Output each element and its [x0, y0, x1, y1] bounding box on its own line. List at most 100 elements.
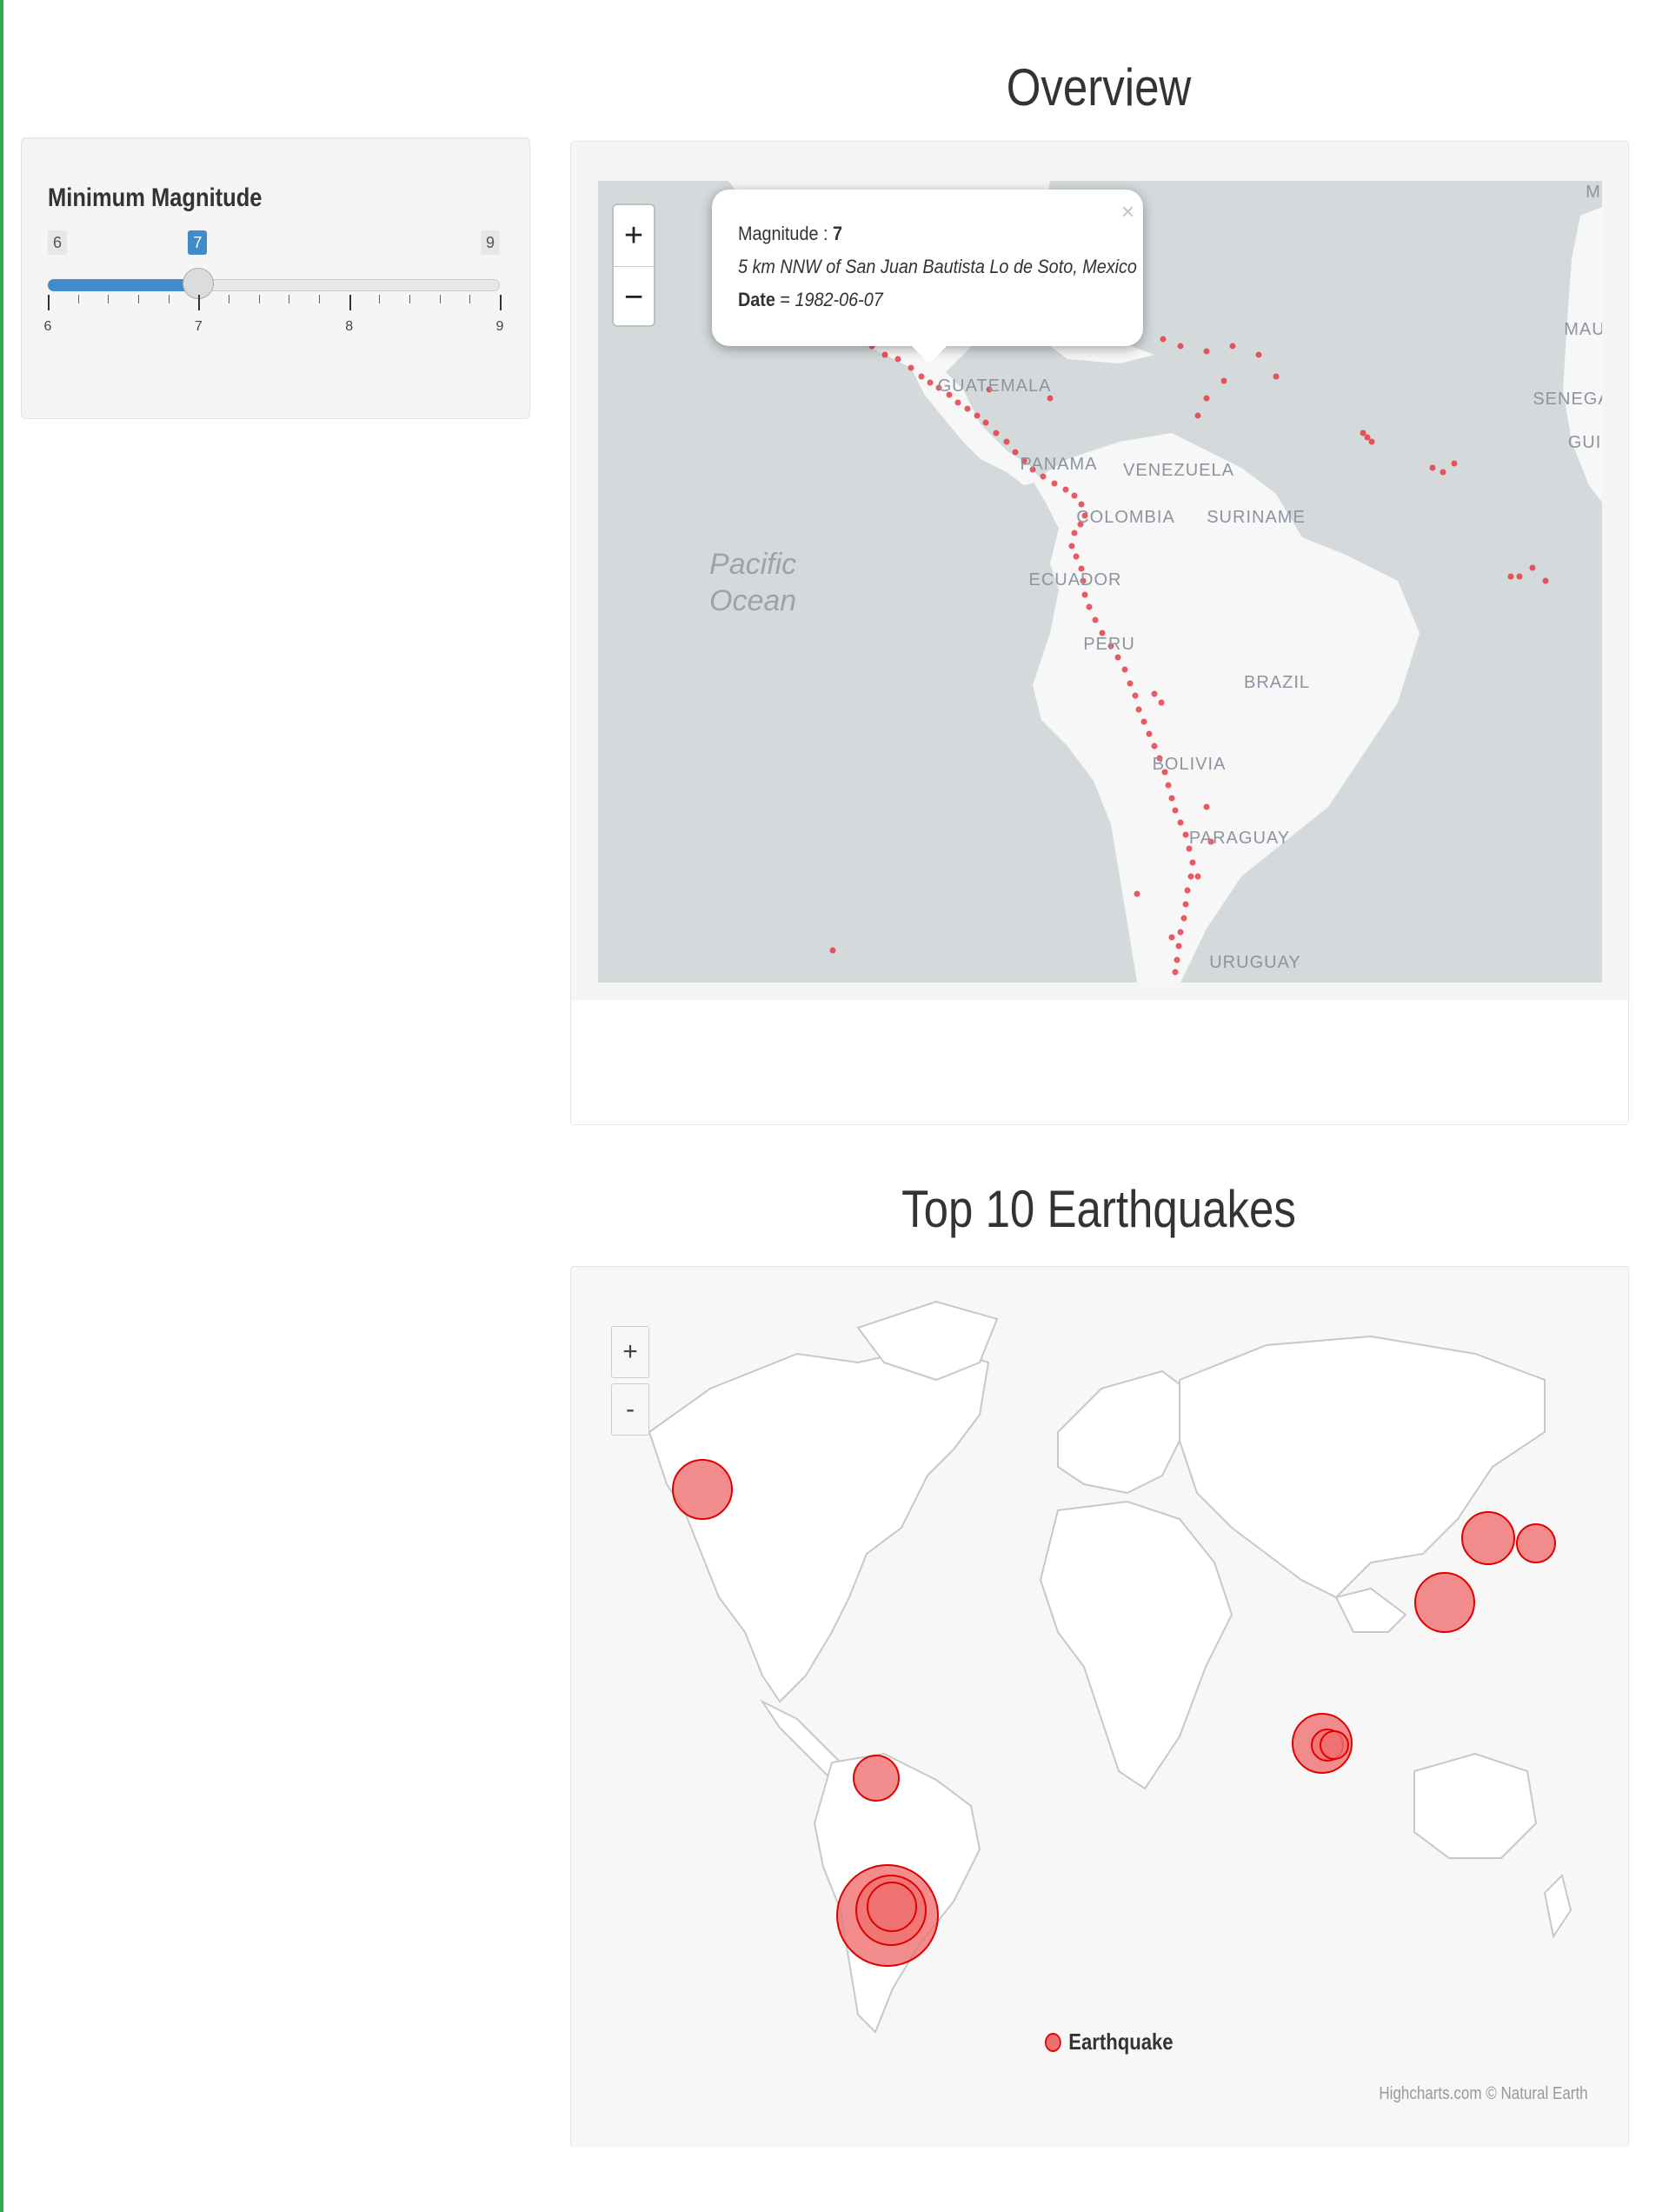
earthquake-bubble[interactable]	[1414, 1572, 1475, 1633]
earthquake-marker[interactable]	[1071, 492, 1078, 499]
earthquake-marker[interactable]	[1175, 943, 1182, 949]
earthquake-marker[interactable]	[1177, 343, 1184, 350]
earthquake-marker[interactable]	[1158, 699, 1165, 706]
earthquake-marker[interactable]	[1134, 890, 1140, 897]
popup-date: Date = 1982-06-07	[738, 289, 883, 310]
label-ecuador: ECUADOR	[1028, 570, 1122, 590]
earthquake-marker[interactable]	[1121, 666, 1128, 673]
earthquake-marker[interactable]	[1073, 553, 1080, 560]
earthquake-marker[interactable]	[993, 430, 1000, 436]
earthquake-marker[interactable]	[918, 373, 925, 380]
earthquake-bubble[interactable]	[867, 1882, 917, 1932]
slider-tick	[409, 295, 410, 303]
earthquake-marker[interactable]	[1194, 873, 1201, 880]
earthquake-marker[interactable]	[1172, 969, 1179, 976]
label-guatemala: GUATEMALA	[937, 376, 1052, 396]
earthquake-marker[interactable]	[964, 405, 971, 412]
earthquake-marker[interactable]	[1003, 438, 1010, 445]
earthquake-marker[interactable]	[1168, 934, 1175, 941]
top10-zoom-out-button[interactable]: -	[611, 1383, 649, 1436]
earthquake-marker[interactable]	[1081, 591, 1088, 598]
top10-zoom-in-button[interactable]: +	[611, 1326, 649, 1378]
earthquake-marker[interactable]	[1440, 469, 1446, 476]
earthquake-marker[interactable]	[881, 351, 888, 358]
earthquake-marker[interactable]	[1187, 873, 1194, 880]
top10-zoom-control: + -	[611, 1326, 649, 1439]
earthquake-marker[interactable]	[1180, 915, 1187, 922]
earthquake-marker[interactable]	[1255, 351, 1262, 358]
earthquake-marker[interactable]	[1194, 412, 1201, 419]
earthquake-marker[interactable]	[1364, 434, 1371, 441]
slider-tick	[48, 295, 50, 310]
earthquake-marker[interactable]	[1135, 706, 1142, 713]
earthquake-marker[interactable]	[1078, 501, 1085, 508]
magnitude-slider[interactable]: 6 9 7 6 7 8 9	[44, 225, 503, 364]
earthquake-bubble[interactable]	[1320, 1730, 1349, 1760]
earthquake-marker[interactable]	[1172, 807, 1179, 814]
earthquake-marker[interactable]	[1529, 564, 1536, 571]
earthquake-marker[interactable]	[1451, 460, 1458, 467]
overview-map[interactable]: Pacific Ocean GUATEMALA PANAMA VENEZUELA…	[598, 181, 1602, 983]
overview-zoom-control: + −	[612, 203, 655, 327]
earthquake-marker[interactable]	[1360, 430, 1366, 436]
earthquake-marker[interactable]	[1177, 929, 1184, 936]
popup-close-button[interactable]: ×	[1121, 198, 1134, 225]
earthquake-marker[interactable]	[1429, 464, 1436, 471]
earthquake-marker[interactable]	[1203, 395, 1210, 402]
earthquake-marker[interactable]	[1012, 449, 1019, 456]
earthquake-marker[interactable]	[1051, 480, 1058, 487]
earthquake-marker[interactable]	[1203, 348, 1210, 355]
europe-shape	[1057, 1369, 1199, 1495]
earthquake-marker[interactable]	[1146, 730, 1153, 737]
earthquake-marker[interactable]	[954, 399, 961, 406]
earthquake-marker[interactable]	[1151, 743, 1158, 750]
earthquake-marker[interactable]	[1062, 486, 1069, 493]
earthquake-marker[interactable]	[1220, 377, 1227, 384]
earthquake-marker[interactable]	[1368, 438, 1375, 445]
sidebar-panel: Minimum Magnitude 6 9 7 6 7 8 9	[21, 137, 530, 419]
earthquake-marker[interactable]	[1160, 336, 1167, 343]
earthquake-marker[interactable]	[894, 356, 901, 363]
earthquake-marker[interactable]	[1182, 831, 1189, 838]
earthquake-marker[interactable]	[1168, 795, 1175, 802]
earthquake-marker[interactable]	[1068, 543, 1075, 550]
earthquake-marker[interactable]	[1174, 956, 1180, 963]
zoom-in-button[interactable]: +	[614, 205, 654, 267]
earthquake-marker[interactable]	[1165, 782, 1172, 789]
earthquake-bubble[interactable]	[672, 1459, 733, 1520]
earthquake-marker[interactable]	[1086, 603, 1093, 610]
earthquake-marker[interactable]	[1071, 530, 1078, 536]
slider-tick	[349, 295, 351, 310]
earthquake-marker[interactable]	[1182, 901, 1189, 908]
zoom-out-button[interactable]: −	[614, 267, 654, 328]
earthquake-marker[interactable]	[1516, 573, 1523, 580]
map-credits[interactable]: Highcharts.com © Natural Earth	[1380, 2084, 1588, 2104]
earthquake-marker[interactable]	[1151, 690, 1158, 697]
earthquake-marker[interactable]	[908, 364, 914, 371]
earthquake-marker[interactable]	[927, 379, 934, 386]
earthquake-marker[interactable]	[1203, 803, 1210, 810]
earthquake-marker[interactable]	[1507, 573, 1514, 580]
earthquake-marker[interactable]	[1177, 819, 1184, 826]
earthquake-marker[interactable]	[1140, 718, 1147, 725]
earthquake-marker[interactable]	[1132, 692, 1139, 699]
slider-tick	[198, 295, 201, 310]
earthquake-bubble[interactable]	[1516, 1523, 1556, 1563]
earthquake-marker[interactable]	[1273, 373, 1280, 380]
earthquake-marker[interactable]	[982, 419, 989, 426]
earthquake-marker[interactable]	[1184, 887, 1191, 894]
earthquake-marker[interactable]	[1092, 616, 1099, 623]
earthquake-marker[interactable]	[829, 947, 836, 954]
top10-legend[interactable]: Earthquake	[1045, 2029, 1174, 2055]
earthquake-marker[interactable]	[1542, 577, 1549, 584]
earthquake-bubble[interactable]	[1461, 1511, 1515, 1565]
earthquake-marker[interactable]	[1127, 680, 1134, 687]
earthquake-popup: × Magnitude : 7 5 km NNW of San Juan Bau…	[712, 190, 1143, 363]
earthquake-marker[interactable]	[974, 412, 981, 419]
earthquake-bubble[interactable]	[853, 1755, 900, 1802]
earthquake-marker[interactable]	[1229, 343, 1236, 350]
top10-world-map[interactable]	[571, 1267, 1628, 2147]
slider-tick	[168, 295, 170, 303]
earthquake-marker[interactable]	[1114, 654, 1121, 661]
earthquake-marker[interactable]	[1189, 859, 1196, 866]
